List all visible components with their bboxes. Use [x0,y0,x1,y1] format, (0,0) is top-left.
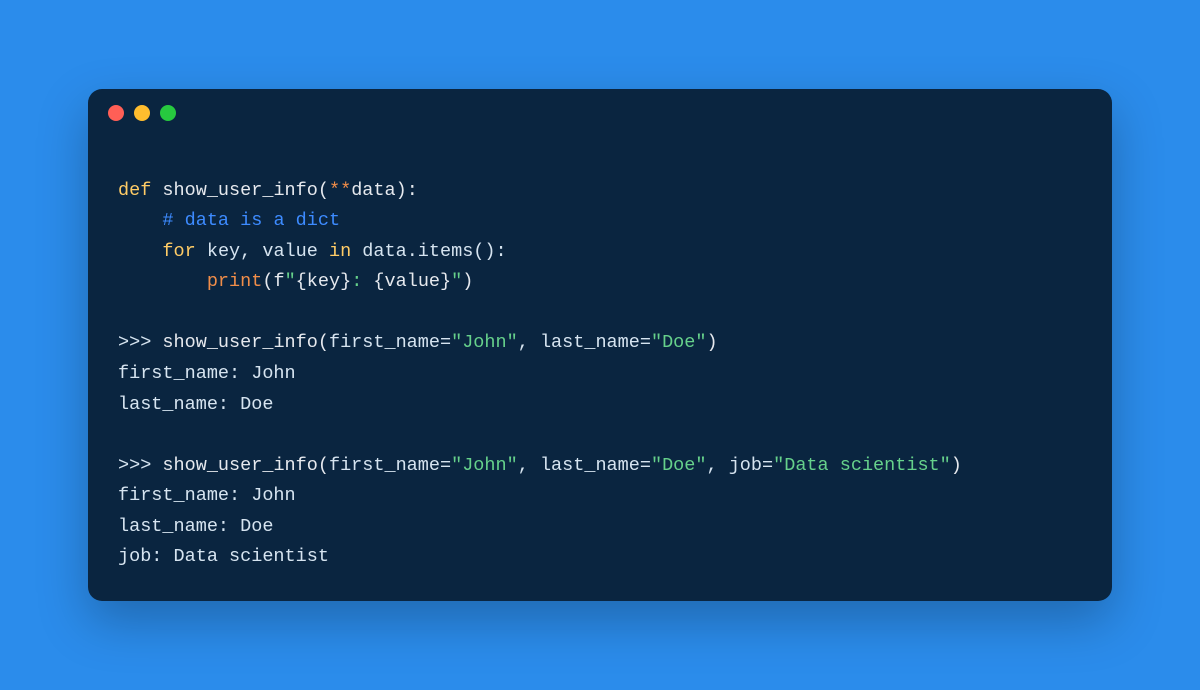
string-literal: "John" [451,455,518,476]
output-line: job: Data scientist [118,546,329,567]
keyword-def: def [118,180,151,201]
kwargs-stars: ** [329,180,351,201]
string-literal: "Doe" [651,455,707,476]
repl-prompt: >>> [118,332,162,353]
func-name: show_user_info [162,180,317,201]
keyword-in: in [329,241,351,262]
blank-line [118,424,129,445]
output-line: last_name: Doe [118,516,273,537]
output-line: last_name: Doe [118,394,273,415]
code-line: for key, value in data.items(): [118,241,507,262]
code-line: print(f"{key}: {value}") [118,271,473,292]
string-literal: "Data scientist" [773,455,951,476]
close-icon[interactable] [108,105,124,121]
builtin-print: print [207,271,263,292]
output-line: first_name: John [118,363,296,384]
string-literal: "Doe" [651,332,707,353]
window-titlebar [88,89,1112,137]
string-literal: "John" [451,332,518,353]
repl-prompt: >>> [118,455,162,476]
code-block: def show_user_info(**data): # data is a … [88,137,1112,572]
code-line: def show_user_info(**data): [118,180,418,201]
comment: # data is a dict [162,210,340,231]
zoom-icon[interactable] [160,105,176,121]
terminal-window: def show_user_info(**data): # data is a … [88,89,1112,600]
code-line: # data is a dict [118,210,340,231]
keyword-for: for [162,241,195,262]
repl-line: >>> show_user_info(first_name="John", la… [118,455,962,476]
blank-line [118,302,129,323]
param-name: data [351,180,395,201]
output-line: first_name: John [118,485,296,506]
minimize-icon[interactable] [134,105,150,121]
repl-line: >>> show_user_info(first_name="John", la… [118,332,718,353]
